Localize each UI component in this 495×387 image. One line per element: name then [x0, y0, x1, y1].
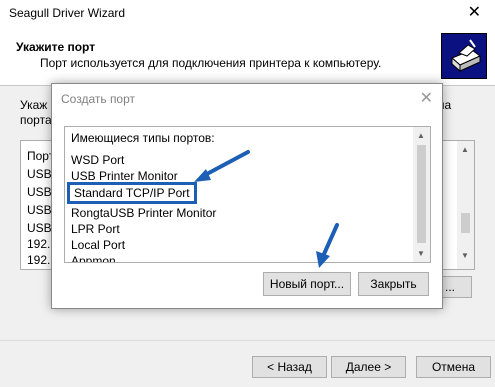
- close-icon[interactable]: ✕: [420, 88, 433, 108]
- wizard-list-scrollbar[interactable]: ▲ ▼: [457, 141, 474, 269]
- port-list-header: Имеющиеся типы портов:: [71, 131, 215, 145]
- next-button[interactable]: Далее >: [331, 356, 406, 378]
- create-port-dialog: Создать порт ✕ Имеющиеся типы портов: WS…: [51, 83, 443, 309]
- list-item[interactable]: RongtaUSB Printer Monitor: [71, 206, 216, 220]
- wizard-titlebar: Seagull Driver Wizard ✕: [0, 0, 495, 28]
- list-item[interactable]: USB Printer Monitor: [71, 169, 178, 183]
- wizard-header-subtitle: Порт используется для подключения принте…: [40, 56, 382, 70]
- list-item[interactable]: Appmon: [71, 254, 116, 262]
- list-item-highlighted[interactable]: Standard TCP/IP Port: [67, 182, 197, 204]
- scrollbar-thumb[interactable]: [461, 213, 470, 233]
- list-item[interactable]: 192.: [27, 237, 50, 251]
- dialog-body: Имеющиеся типы портов: WSD Port USB Prin…: [52, 114, 442, 308]
- dialog-title: Создать порт: [61, 92, 136, 106]
- port-type-list[interactable]: Имеющиеся типы портов: WSD Port USB Prin…: [64, 126, 431, 263]
- wizard-partial-button[interactable]: ...: [440, 276, 472, 298]
- scroll-down-icon[interactable]: ▼: [417, 249, 425, 258]
- footer-divider: [0, 340, 495, 341]
- list-item[interactable]: LPR Port: [71, 222, 120, 236]
- wizard-header-title: Укажите порт: [16, 40, 96, 54]
- port-list-scrollbar[interactable]: ▲ ▼: [413, 127, 430, 262]
- list-item[interactable]: WSD Port: [71, 153, 124, 167]
- back-button[interactable]: < Назад: [252, 356, 327, 378]
- list-item[interactable]: 192.: [27, 253, 50, 267]
- new-port-button[interactable]: Новый порт...: [263, 272, 351, 296]
- scroll-down-icon[interactable]: ▼: [461, 251, 469, 260]
- scrollbar-thumb[interactable]: [417, 145, 426, 243]
- close-button[interactable]: Закрыть: [358, 272, 429, 296]
- scroll-up-icon[interactable]: ▲: [417, 131, 425, 140]
- cancel-button[interactable]: Отмена: [416, 356, 491, 378]
- wizard-header: Укажите порт Порт используется для подкл…: [0, 28, 495, 86]
- list-item[interactable]: Local Port: [71, 238, 125, 252]
- wizard-close-icon[interactable]: ✕: [468, 2, 481, 22]
- scroll-up-icon[interactable]: ▲: [461, 145, 469, 154]
- wizard-title: Seagull Driver Wizard: [9, 6, 126, 20]
- printer-icon: [441, 33, 487, 79]
- dialog-titlebar: Создать порт ✕: [52, 84, 442, 114]
- partial-button-label: ...: [445, 280, 456, 294]
